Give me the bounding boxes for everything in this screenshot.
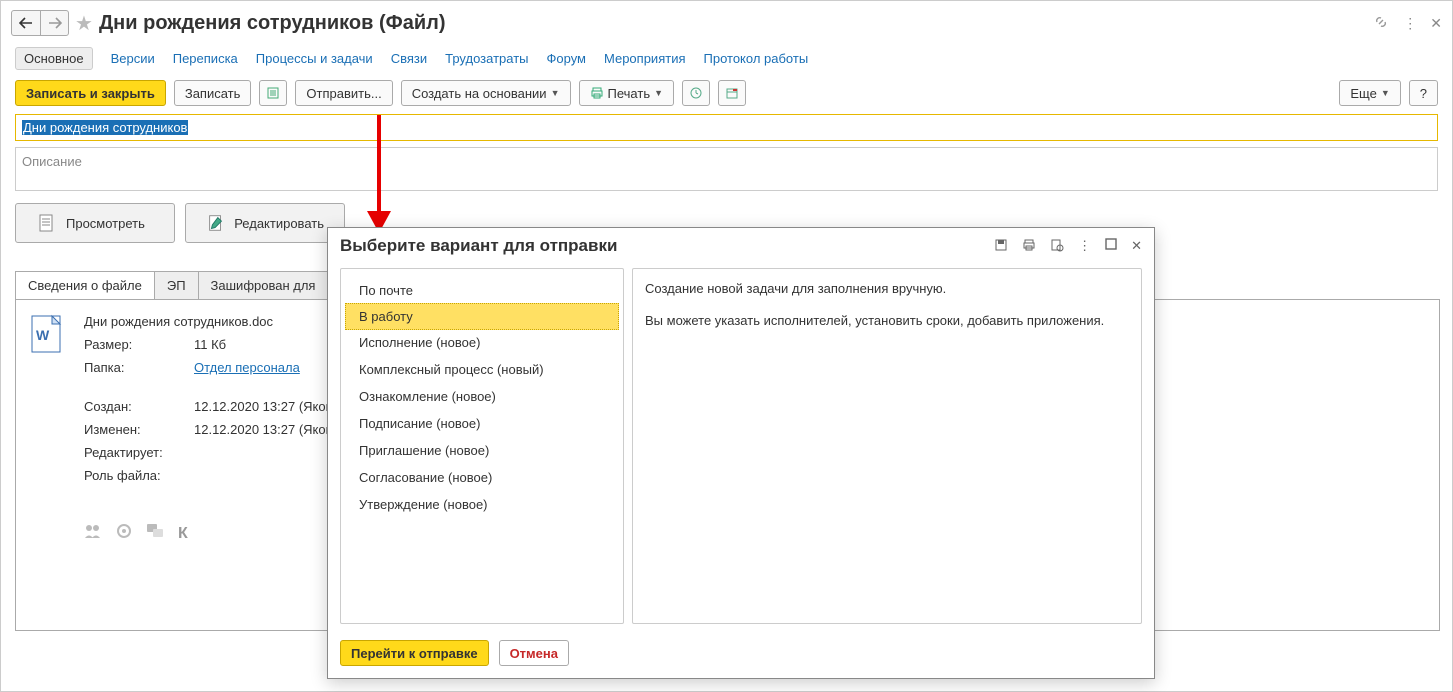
target-icon[interactable] xyxy=(116,523,132,544)
modified-label: Изменен: xyxy=(84,422,194,437)
doc-file-icon: W xyxy=(30,314,66,544)
chat-icon[interactable] xyxy=(146,523,164,544)
tab-versions[interactable]: Версии xyxy=(111,51,155,67)
tab-work[interactable]: Трудозатраты xyxy=(445,51,528,67)
option-acquaint[interactable]: Ознакомление (новое) xyxy=(341,383,623,410)
option-execution[interactable]: Исполнение (новое) xyxy=(341,329,623,356)
dialog-cancel-button[interactable]: Отмена xyxy=(499,640,569,666)
dialog-footer: Перейти к отправке Отмена xyxy=(328,632,1154,678)
edit-label: Редактировать xyxy=(234,216,324,231)
close-icon[interactable]: ✕ xyxy=(1430,15,1442,32)
link-icon[interactable] xyxy=(1373,14,1389,33)
schedule-icon-button[interactable] xyxy=(718,80,746,106)
status-k[interactable]: К xyxy=(178,525,188,543)
tab-correspondence[interactable]: Переписка xyxy=(173,51,238,67)
editing-value xyxy=(194,445,333,460)
help-button[interactable]: ? xyxy=(1409,80,1438,106)
more-button[interactable]: Еще ▼ xyxy=(1339,80,1400,106)
view-label: Просмотреть xyxy=(66,216,145,231)
dialog-kebab-icon[interactable]: ⋮ xyxy=(1078,238,1091,255)
tab-events[interactable]: Мероприятия xyxy=(604,51,686,67)
users-icon[interactable] xyxy=(84,523,102,544)
dialog-go-button[interactable]: Перейти к отправке xyxy=(340,640,489,666)
modified-value: 12.12.2020 13:27 (Яков xyxy=(194,422,333,437)
create-based-label: Создать на основании xyxy=(412,86,547,101)
filetab-info[interactable]: Сведения о файле xyxy=(15,271,155,299)
dialog-desc-line2: Вы можете указать исполнителей, установи… xyxy=(645,311,1129,331)
dialog-close-icon[interactable]: ✕ xyxy=(1131,238,1142,255)
svg-text:W: W xyxy=(36,327,50,343)
option-confirm[interactable]: Утверждение (новое) xyxy=(341,491,623,518)
tab-forum[interactable]: Форум xyxy=(547,51,587,67)
tab-links[interactable]: Связи xyxy=(391,51,427,67)
create-based-button[interactable]: Создать на основании ▼ xyxy=(401,80,571,106)
back-button[interactable] xyxy=(12,11,40,35)
role-label: Роль файла: xyxy=(84,468,194,483)
filename: Дни рождения сотрудников.doc xyxy=(84,314,333,329)
folder-label: Папка: xyxy=(84,360,194,375)
dialog-title: Выберите вариант для отправки xyxy=(340,236,617,256)
role-value xyxy=(194,468,333,483)
clock-icon-button[interactable] xyxy=(682,80,710,106)
dialog-desc-line1: Создание новой задачи для заполнения вру… xyxy=(645,279,1129,299)
list-icon-button[interactable] xyxy=(259,80,287,106)
chevron-down-icon: ▼ xyxy=(551,88,560,98)
dialog-options-list: По почте В работу Исполнение (новое) Ком… xyxy=(340,268,624,624)
save-close-button[interactable]: Записать и закрыть xyxy=(15,80,166,106)
forward-button[interactable] xyxy=(40,11,68,35)
more-label: Еще xyxy=(1350,86,1376,101)
document-icon xyxy=(36,213,56,233)
favorite-star-icon[interactable]: ★ xyxy=(75,11,93,36)
option-approve[interactable]: Согласование (новое) xyxy=(341,464,623,491)
size-label: Размер: xyxy=(84,337,194,352)
page-title: Дни рождения сотрудников (Файл) xyxy=(99,12,446,35)
option-complex[interactable]: Комплексный процесс (новый) xyxy=(341,356,623,383)
view-button[interactable]: Просмотреть xyxy=(15,203,175,243)
chevron-down-icon: ▼ xyxy=(654,88,663,98)
kebab-icon[interactable]: ⋮ xyxy=(1403,15,1416,32)
main-toolbar: Записать и закрыть Записать Отправить...… xyxy=(1,80,1452,114)
print-label: Печать xyxy=(608,86,651,101)
filetab-encrypted[interactable]: Зашифрован для xyxy=(198,271,329,299)
option-sign[interactable]: Подписание (новое) xyxy=(341,410,623,437)
edit-button[interactable]: Редактировать xyxy=(185,203,345,243)
size-value: 11 Кб xyxy=(194,337,333,352)
save-button[interactable]: Записать xyxy=(174,80,252,106)
dialog-maximize-icon[interactable] xyxy=(1105,238,1117,255)
filetab-ep[interactable]: ЭП xyxy=(154,271,199,299)
send-dialog: Выберите вариант для отправки ⋮ ✕ По поч… xyxy=(327,227,1155,679)
dialog-titlebar: Выберите вариант для отправки ⋮ ✕ xyxy=(328,228,1154,260)
status-icons: К xyxy=(84,523,333,544)
app-window: ★ Дни рождения сотрудников (Файл) ⋮ ✕ Ос… xyxy=(0,0,1453,692)
tab-protocol[interactable]: Протокол работы xyxy=(704,51,809,67)
option-invite[interactable]: Приглашение (новое) xyxy=(341,437,623,464)
description-input[interactable]: Описание xyxy=(15,147,1438,191)
option-mail[interactable]: По почте xyxy=(341,277,623,304)
title-value: Дни рождения сотрудников xyxy=(22,120,188,135)
dialog-print-icon[interactable] xyxy=(1022,238,1036,255)
tab-processes[interactable]: Процессы и задачи xyxy=(256,51,373,67)
title-actions: ⋮ ✕ xyxy=(1373,14,1442,33)
printer-icon xyxy=(590,86,604,100)
created-value: 12.12.2020 13:27 (Яков xyxy=(194,399,333,414)
edit-icon xyxy=(206,213,224,233)
option-work[interactable]: В работу xyxy=(345,303,619,330)
dialog-save-icon[interactable] xyxy=(994,238,1008,255)
nav-history xyxy=(11,10,69,36)
send-button[interactable]: Отправить... xyxy=(295,80,392,106)
titlebar: ★ Дни рождения сотрудников (Файл) ⋮ ✕ xyxy=(1,1,1452,41)
nav-tabs: Основное Версии Переписка Процессы и зад… xyxy=(1,41,1452,80)
print-button[interactable]: Печать ▼ xyxy=(579,80,675,106)
dialog-preview-icon[interactable] xyxy=(1050,238,1064,255)
chevron-down-icon: ▼ xyxy=(1381,88,1390,98)
tab-main[interactable]: Основное xyxy=(15,47,93,70)
editing-label: Редактирует: xyxy=(84,445,194,460)
title-input[interactable]: Дни рождения сотрудников xyxy=(15,114,1438,141)
created-label: Создан: xyxy=(84,399,194,414)
dialog-description: Создание новой задачи для заполнения вру… xyxy=(632,268,1142,624)
folder-link[interactable]: Отдел персонала xyxy=(194,360,300,375)
